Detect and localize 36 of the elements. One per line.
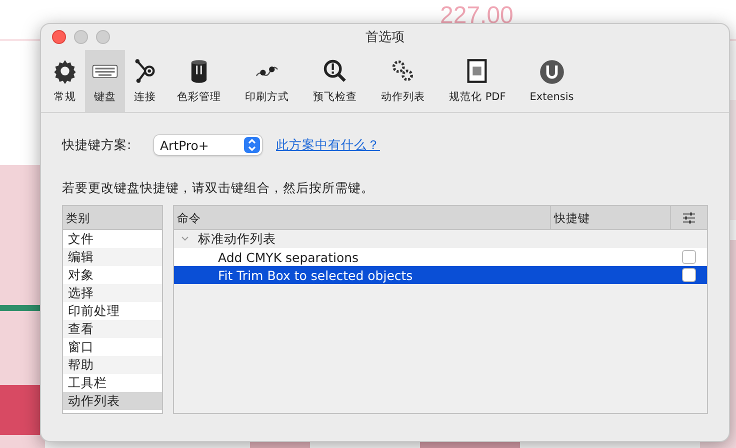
column-header: 类别 (63, 206, 162, 230)
toolbar-tab[interactable]: 连接 (125, 50, 165, 112)
sliders-icon (682, 212, 696, 224)
toolbar-tab[interactable]: 动作列表 (369, 50, 437, 112)
instruction-text: 若要更改键盘快捷键，请双击键组合，然后按所需键。 (62, 180, 375, 197)
circle-icon (538, 59, 565, 85)
magnifier-icon (322, 58, 348, 84)
column-header: 命令 (174, 206, 551, 230)
checkbox[interactable] (682, 268, 696, 282)
zoom-button[interactable] (96, 30, 110, 44)
toolbar-tab[interactable]: 常规 (45, 50, 85, 112)
window-title: 首选项 (364, 29, 406, 46)
gear-icon (52, 58, 78, 84)
help-link[interactable]: 此方案中有什么？ (276, 136, 380, 154)
column-options-button[interactable] (671, 206, 707, 230)
toolbar-tab[interactable]: 规范化 PDF (437, 50, 518, 112)
category-item[interactable]: 查看 (63, 320, 162, 338)
checkbox[interactable] (682, 250, 696, 264)
gears-icon (390, 58, 416, 84)
toolbar-tab[interactable]: 键盘 (85, 50, 125, 112)
scheme-label: 快捷键方案: (62, 136, 132, 154)
category-item[interactable]: 帮助 (63, 356, 162, 374)
category-item[interactable]: 选择 (63, 284, 162, 302)
close-button[interactable] (52, 30, 66, 44)
toolbar-tab[interactable]: Extensis (518, 50, 586, 112)
chevrons-icon (244, 137, 260, 153)
scheme-dropdown[interactable]: ArtPro+ (154, 135, 262, 155)
group-label: 标准动作列表 (198, 230, 276, 248)
column-header: 快捷键 (551, 206, 671, 230)
toolbar-tab[interactable]: 色彩管理 (165, 50, 233, 112)
category-item[interactable]: 动作列表 (63, 392, 162, 410)
toolbar-tab[interactable]: 印刷方式 (233, 50, 301, 112)
toolbar-tab[interactable]: 预飞检查 (301, 50, 369, 112)
dimension-label: 227.00 (440, 2, 514, 30)
minimize-button[interactable] (74, 30, 88, 44)
category-item[interactable]: 编辑 (63, 248, 162, 266)
